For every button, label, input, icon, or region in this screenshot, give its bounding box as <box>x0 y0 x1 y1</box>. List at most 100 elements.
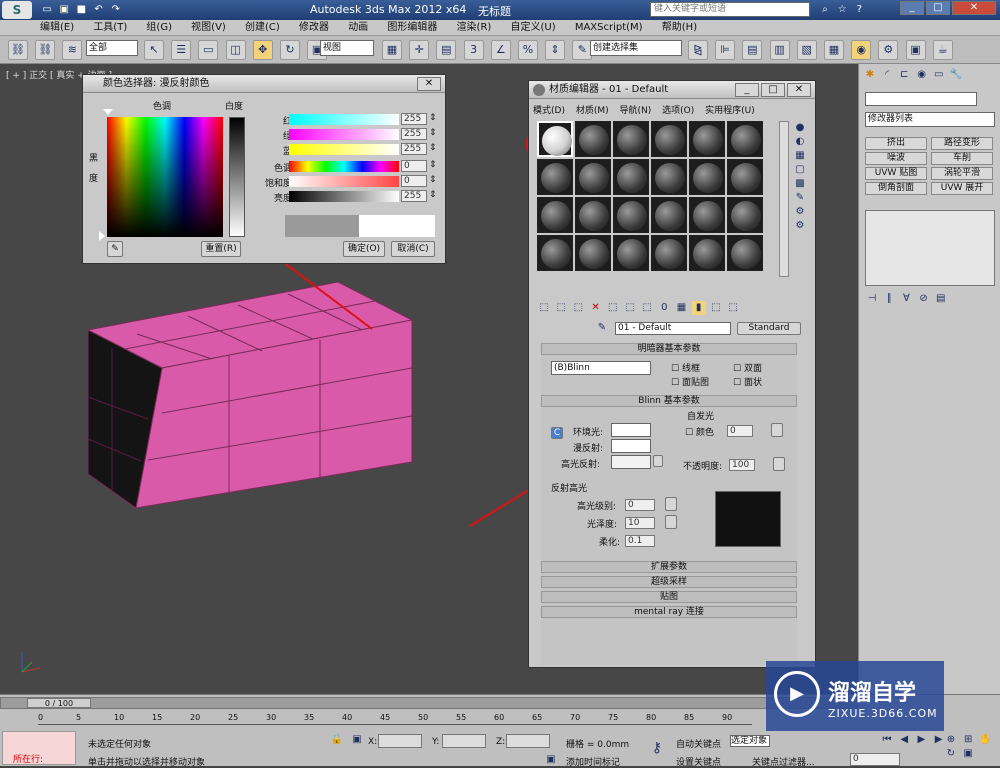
whiteness-slider[interactable] <box>229 117 245 237</box>
diffuse-swatch[interactable] <box>611 439 651 453</box>
hue-whiteness-box[interactable] <box>107 117 223 237</box>
reset-map-icon[interactable]: ✕ <box>589 301 603 315</box>
previous-frame-icon[interactable]: ◀ <box>897 733 911 747</box>
modify-tab-icon[interactable]: ◜ <box>880 68 894 82</box>
time-slider[interactable]: 0 / 100 <box>0 697 858 709</box>
extended-params-rollout[interactable]: 扩展参数 <box>541 561 797 573</box>
snaps-toggle-icon[interactable]: 3 <box>463 40 484 60</box>
app-logo[interactable]: S <box>2 1 32 19</box>
sample-slot[interactable] <box>689 121 725 157</box>
eyedropper-button[interactable]: ✎ <box>107 241 123 257</box>
help-icon[interactable]: ? <box>852 3 866 17</box>
menu-rendering[interactable]: 渲染(R) <box>449 20 500 36</box>
maximize-viewport-icon[interactable]: ▣ <box>961 747 975 761</box>
curve-editor-icon[interactable]: ▧ <box>796 40 817 60</box>
add-time-tag[interactable]: 添加时间标记 <box>566 755 620 768</box>
shader-dropdown[interactable]: (B)Blinn <box>551 361 651 375</box>
object-name-field[interactable] <box>865 92 977 106</box>
me-menu-navigation[interactable]: 导航(N) <box>620 106 652 116</box>
saturation-spinner[interactable]: 0 <box>401 175 427 187</box>
menu-animation[interactable]: 动画 <box>340 20 376 36</box>
schematic-view-icon[interactable]: ▦ <box>823 40 844 60</box>
lathe-button[interactable]: 车削 <box>931 152 993 165</box>
close-button[interactable]: ✕ <box>952 1 996 15</box>
self-illum-color-checkbox[interactable]: ☐ 颜色 <box>685 425 714 438</box>
glossiness-spinner[interactable]: 10 <box>625 517 655 529</box>
x-coordinate-field[interactable] <box>378 734 422 748</box>
motion-tab-icon[interactable]: ◉ <box>915 68 929 82</box>
specular-swatch[interactable] <box>611 455 651 469</box>
get-material-icon[interactable]: ⬚ <box>537 301 551 315</box>
spinner-arrows-icon[interactable]: ⇕ <box>429 175 437 185</box>
hierarchy-tab-icon[interactable]: ⊏ <box>897 68 911 82</box>
rect-selection-icon[interactable]: ▭ <box>198 40 219 60</box>
copy-material-icon[interactable]: ⬚ <box>606 301 620 315</box>
pin-stack-icon[interactable]: ⊣ <box>865 292 879 306</box>
make-preview-icon[interactable]: ✎ <box>793 191 807 205</box>
soften-spinner[interactable]: 0.1 <box>625 535 655 547</box>
key-mode-dropdown[interactable]: 选定对象 <box>730 735 770 747</box>
remove-modifier-icon[interactable]: ⊘ <box>917 292 931 306</box>
ambient-swatch[interactable] <box>611 423 651 437</box>
blue-slider[interactable] <box>289 144 399 155</box>
menu-modifiers[interactable]: 修改器 <box>291 20 337 36</box>
sample-slot[interactable] <box>651 159 687 195</box>
spec-level-map-button[interactable] <box>665 497 677 511</box>
blackness-arrow-icon[interactable] <box>99 231 105 241</box>
new-icon[interactable]: ▭ <box>40 3 54 17</box>
red-slider[interactable] <box>289 114 399 125</box>
menu-group[interactable]: 组(G) <box>138 20 180 36</box>
self-illum-spinner[interactable]: 0 <box>727 425 753 437</box>
face-map-checkbox[interactable]: ☐ 面贴图 <box>671 375 709 388</box>
sample-slot[interactable] <box>575 197 611 233</box>
configure-sets-icon[interactable]: ▤ <box>934 292 948 306</box>
sample-slot[interactable] <box>689 197 725 233</box>
timeline-ruler[interactable]: 0 5 10 15 20 25 30 35 40 45 50 55 60 65 … <box>38 711 752 725</box>
menu-maxscript[interactable]: MAXScript(M) <box>567 20 651 36</box>
spinner-arrows-icon[interactable]: ⇕ <box>429 113 437 123</box>
hue-arrow-icon[interactable] <box>103 109 113 115</box>
menu-tools[interactable]: 工具(T) <box>85 20 135 36</box>
uvw-map-button[interactable]: UVW 贴图 <box>865 167 927 180</box>
sample-slot[interactable] <box>613 159 649 195</box>
ok-button[interactable]: 确定(O) <box>343 241 385 257</box>
backlight-icon[interactable]: ◐ <box>793 135 807 149</box>
sample-slot[interactable] <box>727 235 763 271</box>
sample-slot[interactable] <box>537 121 573 157</box>
sample-slot[interactable] <box>651 197 687 233</box>
cancel-button[interactable]: 取消(C) <box>391 241 435 257</box>
menu-graph-editors[interactable]: 图形编辑器 <box>379 20 445 36</box>
red-spinner[interactable]: 255 <box>401 113 427 125</box>
sample-slot[interactable] <box>651 235 687 271</box>
sample-type-icon[interactable]: ● <box>793 121 807 135</box>
saturation-slider[interactable] <box>289 176 399 187</box>
current-frame-field[interactable]: 0 <box>850 753 900 766</box>
menu-edit[interactable]: 编辑(E) <box>32 20 82 36</box>
sample-slot[interactable] <box>575 235 611 271</box>
search-input[interactable]: 键入关键字或短语 <box>650 2 810 17</box>
mental-ray-rollout[interactable]: mental ray 连接 <box>541 606 797 618</box>
render-setup-icon[interactable]: ⚙ <box>878 40 899 60</box>
supersampling-rollout[interactable]: 超级采样 <box>541 576 797 588</box>
layer-manager-icon[interactable]: ▤ <box>742 40 763 60</box>
binoculars-icon[interactable]: ⌕ <box>818 3 832 17</box>
faceted-checkbox[interactable]: ☐ 面状 <box>733 375 762 388</box>
value-slider[interactable] <box>289 191 399 202</box>
sample-slot[interactable] <box>727 197 763 233</box>
noise-button[interactable]: 噪波 <box>865 152 927 165</box>
pan-icon[interactable]: ✋ <box>978 733 992 747</box>
y-coordinate-field[interactable] <box>442 734 486 748</box>
green-spinner[interactable]: 255 <box>401 128 427 140</box>
zoom-all-icon[interactable]: ⊞ <box>961 733 975 747</box>
value-spinner[interactable]: 255 <box>401 190 427 202</box>
modifier-list-dropdown[interactable]: 修改器列表 <box>865 112 995 127</box>
utilities-tab-icon[interactable]: 🔧 <box>949 68 963 82</box>
sample-slot[interactable] <box>689 159 725 195</box>
material-editor-icon[interactable]: ◉ <box>851 40 872 60</box>
minimize-button[interactable]: _ <box>900 1 924 15</box>
reference-coordinate-dropdown[interactable]: 视图 <box>320 40 374 56</box>
render-teapot-icon[interactable]: ☕ <box>932 40 953 60</box>
shader-rollout-header[interactable]: 明暗器基本参数 <box>541 343 797 355</box>
sample-slot[interactable] <box>727 159 763 195</box>
material-id-icon[interactable]: 0 <box>657 301 671 315</box>
